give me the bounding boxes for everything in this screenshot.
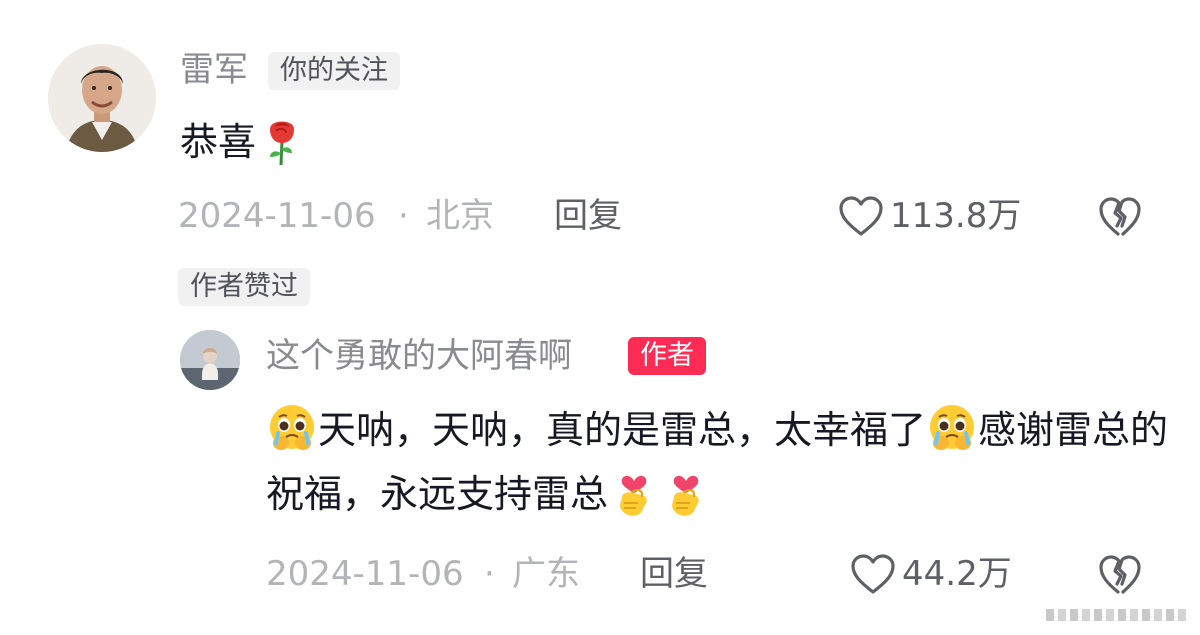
reply-location: 广东 xyxy=(512,554,580,594)
author-badge: 作者 xyxy=(628,337,706,375)
comment-location: 北京 xyxy=(426,196,494,236)
heart-outline-icon xyxy=(838,195,884,237)
like-button[interactable]: 44.2万 xyxy=(850,552,1012,596)
pleading-face-icon xyxy=(926,403,978,455)
broken-heart-icon xyxy=(1099,555,1141,594)
reply-text-part1: 天呐，天呐，真的是雷总，太幸福了 xyxy=(318,408,927,452)
meta-separator: · xyxy=(398,196,409,236)
finger-heart-icon xyxy=(608,467,660,519)
dislike-button[interactable] xyxy=(1098,196,1142,238)
reply-button[interactable]: 回复 xyxy=(554,196,622,236)
finger-heart-icon xyxy=(660,467,712,519)
following-badge: 你的关注 xyxy=(268,52,400,90)
reply-date: 2024-11-06 xyxy=(266,554,464,594)
reply-avatar[interactable] xyxy=(180,330,240,390)
watermark-graphic xyxy=(1046,605,1186,625)
user-avatar-image xyxy=(48,44,156,152)
reply-text: 天呐，天呐，真的是雷总，太幸福了 感谢雷总的祝福，永远支持雷总 xyxy=(266,398,1176,526)
like-count: 44.2万 xyxy=(902,554,1012,594)
reply-button[interactable]: 回复 xyxy=(640,554,708,594)
broken-heart-icon xyxy=(1099,197,1141,236)
dislike-button[interactable] xyxy=(1098,554,1142,596)
like-count: 113.8万 xyxy=(890,196,1022,236)
reply-username[interactable]: 这个勇敢的大阿春啊 xyxy=(266,336,572,376)
author-liked-badge: 作者赞过 xyxy=(178,268,310,306)
rose-icon xyxy=(256,115,308,167)
heart-outline-icon xyxy=(850,553,896,595)
comment-date: 2024-11-06 xyxy=(178,196,376,236)
like-button[interactable]: 113.8万 xyxy=(838,194,1021,238)
reply-avatar-image xyxy=(180,330,240,390)
comment-username[interactable]: 雷军 xyxy=(180,50,248,90)
pleading-face-icon xyxy=(266,403,318,455)
comment-text-content: 恭喜 xyxy=(180,120,257,164)
comment-text: 恭喜 xyxy=(180,110,308,174)
avatar[interactable] xyxy=(48,44,156,152)
meta-separator: · xyxy=(484,554,495,594)
